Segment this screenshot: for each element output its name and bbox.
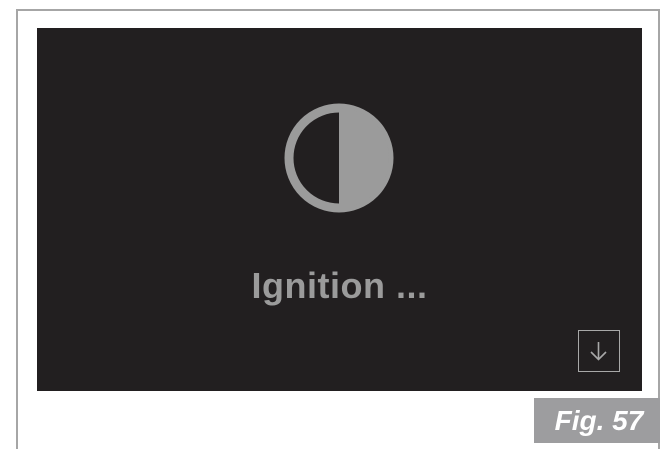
scroll-down-button[interactable] xyxy=(578,330,620,372)
half-filled-circle-icon xyxy=(281,100,397,216)
device-display-screen: Ignition ... xyxy=(37,28,642,391)
ignition-status-text: Ignition ... xyxy=(251,265,428,306)
figure-label: Fig. 57 xyxy=(534,398,660,443)
